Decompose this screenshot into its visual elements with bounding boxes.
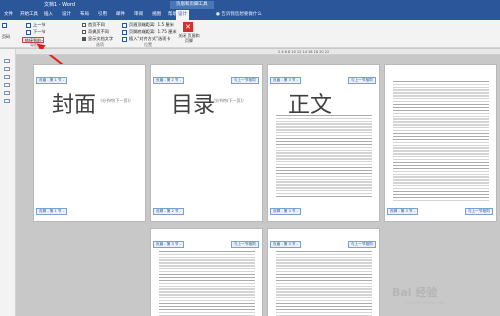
header-tag: 页眉 - 第 3 节 - <box>270 77 301 84</box>
different-odd-even-option[interactable]: 奇偶页不同 <box>82 29 109 35</box>
header-from-top-value: 1.5 厘米 <box>157 22 174 27</box>
ruler-marker-icon <box>4 83 10 87</box>
footer-tag: 页脚 - 第 3 节 - <box>270 208 301 215</box>
prev-section-label: 上一节 <box>33 22 46 27</box>
header-from-top-field[interactable]: 页眉顶端距离: 1.5 厘米 <box>122 22 174 28</box>
page-body-4[interactable]: 页眉 - 第 3 节 - 与上一节相同 <box>267 228 380 316</box>
group-label-position: 位置 <box>144 42 152 47</box>
same-as-previous-tag: 与上一节相同 <box>348 241 376 248</box>
different-odd-even-label: 奇偶页不同 <box>88 29 109 34</box>
footer-tag: 页脚 - 第 3 节 - <box>387 208 418 215</box>
ruler-marker-icon <box>4 75 10 79</box>
checkbox-icon <box>82 30 86 34</box>
tab-insert[interactable]: 设计 <box>60 10 73 20</box>
tab-design[interactable]: 布局 <box>78 10 91 20</box>
page-cover[interactable]: 页眉 - 第 1 节 - 封面 （分节符(下一页)） 页脚 - 第 1 节 - <box>33 64 146 222</box>
alignment-tab-icon <box>122 36 127 42</box>
footer-tag: 页脚 - 第 2 节 - <box>153 208 184 215</box>
tab-start-tools[interactable]: 开始工具 <box>18 10 40 20</box>
prev-section-button[interactable]: 上一节 <box>26 22 46 28</box>
tell-me-text: 告诉我您想要做什么 <box>221 12 262 17</box>
page-body-2[interactable]: 页脚 - 第 3 节 - 与上一节相同 <box>384 64 497 222</box>
ruler-marker-icon <box>4 67 10 71</box>
header-tag: 页眉 - 第 3 节 - <box>270 241 301 248</box>
same-as-previous-tag: 与上一节相同 <box>348 77 376 84</box>
same-as-previous-tag: 与上一节相同 <box>231 241 259 248</box>
footer-position-icon <box>122 29 127 35</box>
left-vertical-ruler <box>0 49 16 316</box>
tab-layout[interactable]: 引用 <box>96 10 109 20</box>
footer-from-bottom-label: 页脚底端距离: <box>129 29 156 34</box>
page-title: 封面 <box>52 93 97 118</box>
ruler-marker-icon <box>4 99 10 103</box>
prev-section-icon <box>26 22 31 28</box>
body-text-lines <box>276 251 372 316</box>
same-as-previous-tag: 与上一节相同 <box>465 208 493 215</box>
next-section-button[interactable]: 下一节 <box>26 29 46 35</box>
baidu-watermark: Bai 经验 <box>392 286 438 299</box>
body-text-lines <box>393 81 489 201</box>
tab-home[interactable]: 插入 <box>42 10 55 20</box>
ruler-numbers: 2 4 6 8 10 12 14 16 18 20 22 <box>278 50 330 54</box>
tab-references[interactable]: 邮件 <box>114 10 127 20</box>
page-number-button[interactable] <box>2 22 7 28</box>
header-position-icon <box>122 22 127 28</box>
page-title: 目录 <box>171 93 216 118</box>
different-first-page-label: 首页不同 <box>88 22 105 27</box>
header-tag: 页眉 - 第 2 节 - <box>153 77 184 84</box>
tab-mailings[interactable]: 审阅 <box>132 10 145 20</box>
page-toc[interactable]: 页眉 - 第 2 节 - 与上一节相同 目录 （分节符(下一页)） 页脚 - 第… <box>150 64 263 222</box>
close-header-footer-label: 关闭 页眉和页脚 <box>178 33 200 43</box>
checkbox-checked-icon <box>82 37 86 41</box>
header-from-top-label: 页眉顶端距离: <box>129 22 156 27</box>
ruler-marker-icon <box>4 91 10 95</box>
page-number-label: 页码 <box>2 34 10 39</box>
horizontal-ruler: 2 4 6 8 10 12 14 16 18 20 22 <box>16 49 500 55</box>
ruler-marker-icon <box>4 59 10 63</box>
footer-from-bottom-field[interactable]: 页脚底端距离: 1.75 厘米 <box>122 29 177 35</box>
ribbon: 页码 上一节 下一节 首页不同 奇偶页不同 显示文档文字 页眉顶端距离: 1.5… <box>0 20 500 48</box>
page-body-3[interactable]: 页眉 - 第 3 节 - 与上一节相同 <box>150 228 263 316</box>
title-bar: 文档1 - Word 页眉和页脚工具 <box>0 0 500 10</box>
app-title: 文档1 - Word <box>44 2 76 8</box>
group-label-options: 选项 <box>96 42 104 47</box>
section-break-note: （分节符(下一页)） <box>211 98 247 103</box>
lightbulb-icon: ● <box>216 12 220 17</box>
tell-me-search[interactable]: ● 告诉我您想要做什么 <box>216 10 262 20</box>
header-tag: 页眉 - 第 3 节 - <box>153 241 184 248</box>
close-icon: ✕ <box>185 23 191 31</box>
body-text-lines <box>276 115 372 199</box>
tab-review[interactable]: 视图 <box>150 10 163 20</box>
page-number-icon <box>2 22 7 28</box>
footer-tag: 页脚 - 第 1 节 - <box>36 208 67 215</box>
page-body-start[interactable]: 页眉 - 第 3 节 - 与上一节相同 正文 页脚 - 第 3 节 - <box>267 64 380 222</box>
checkbox-icon <box>82 23 86 27</box>
next-section-icon <box>26 29 31 35</box>
context-tab-header: 页眉和页脚工具 <box>170 1 214 9</box>
tab-file[interactable]: 文件 <box>2 10 15 20</box>
same-as-previous-tag: 与上一节相同 <box>231 77 259 84</box>
next-section-label: 下一节 <box>33 29 46 34</box>
header-tag: 页眉 - 第 1 节 - <box>36 77 67 84</box>
different-first-page-option[interactable]: 首页不同 <box>82 22 105 28</box>
baidu-watermark-url: jingyan.baidu.com <box>404 301 446 306</box>
ribbon-tab-bar: 文件 开始工具 插入 设计 布局 引用 邮件 审阅 视图 帮助 设计 ● 告诉我… <box>0 10 500 20</box>
body-text-lines <box>159 251 255 316</box>
close-header-footer-button[interactable]: ✕ <box>183 22 193 32</box>
footer-from-bottom-value: 1.75 厘米 <box>157 29 177 34</box>
tab-header-footer-design[interactable]: 设计 <box>176 10 189 20</box>
section-break-note: （分节符(下一页)） <box>98 98 134 103</box>
